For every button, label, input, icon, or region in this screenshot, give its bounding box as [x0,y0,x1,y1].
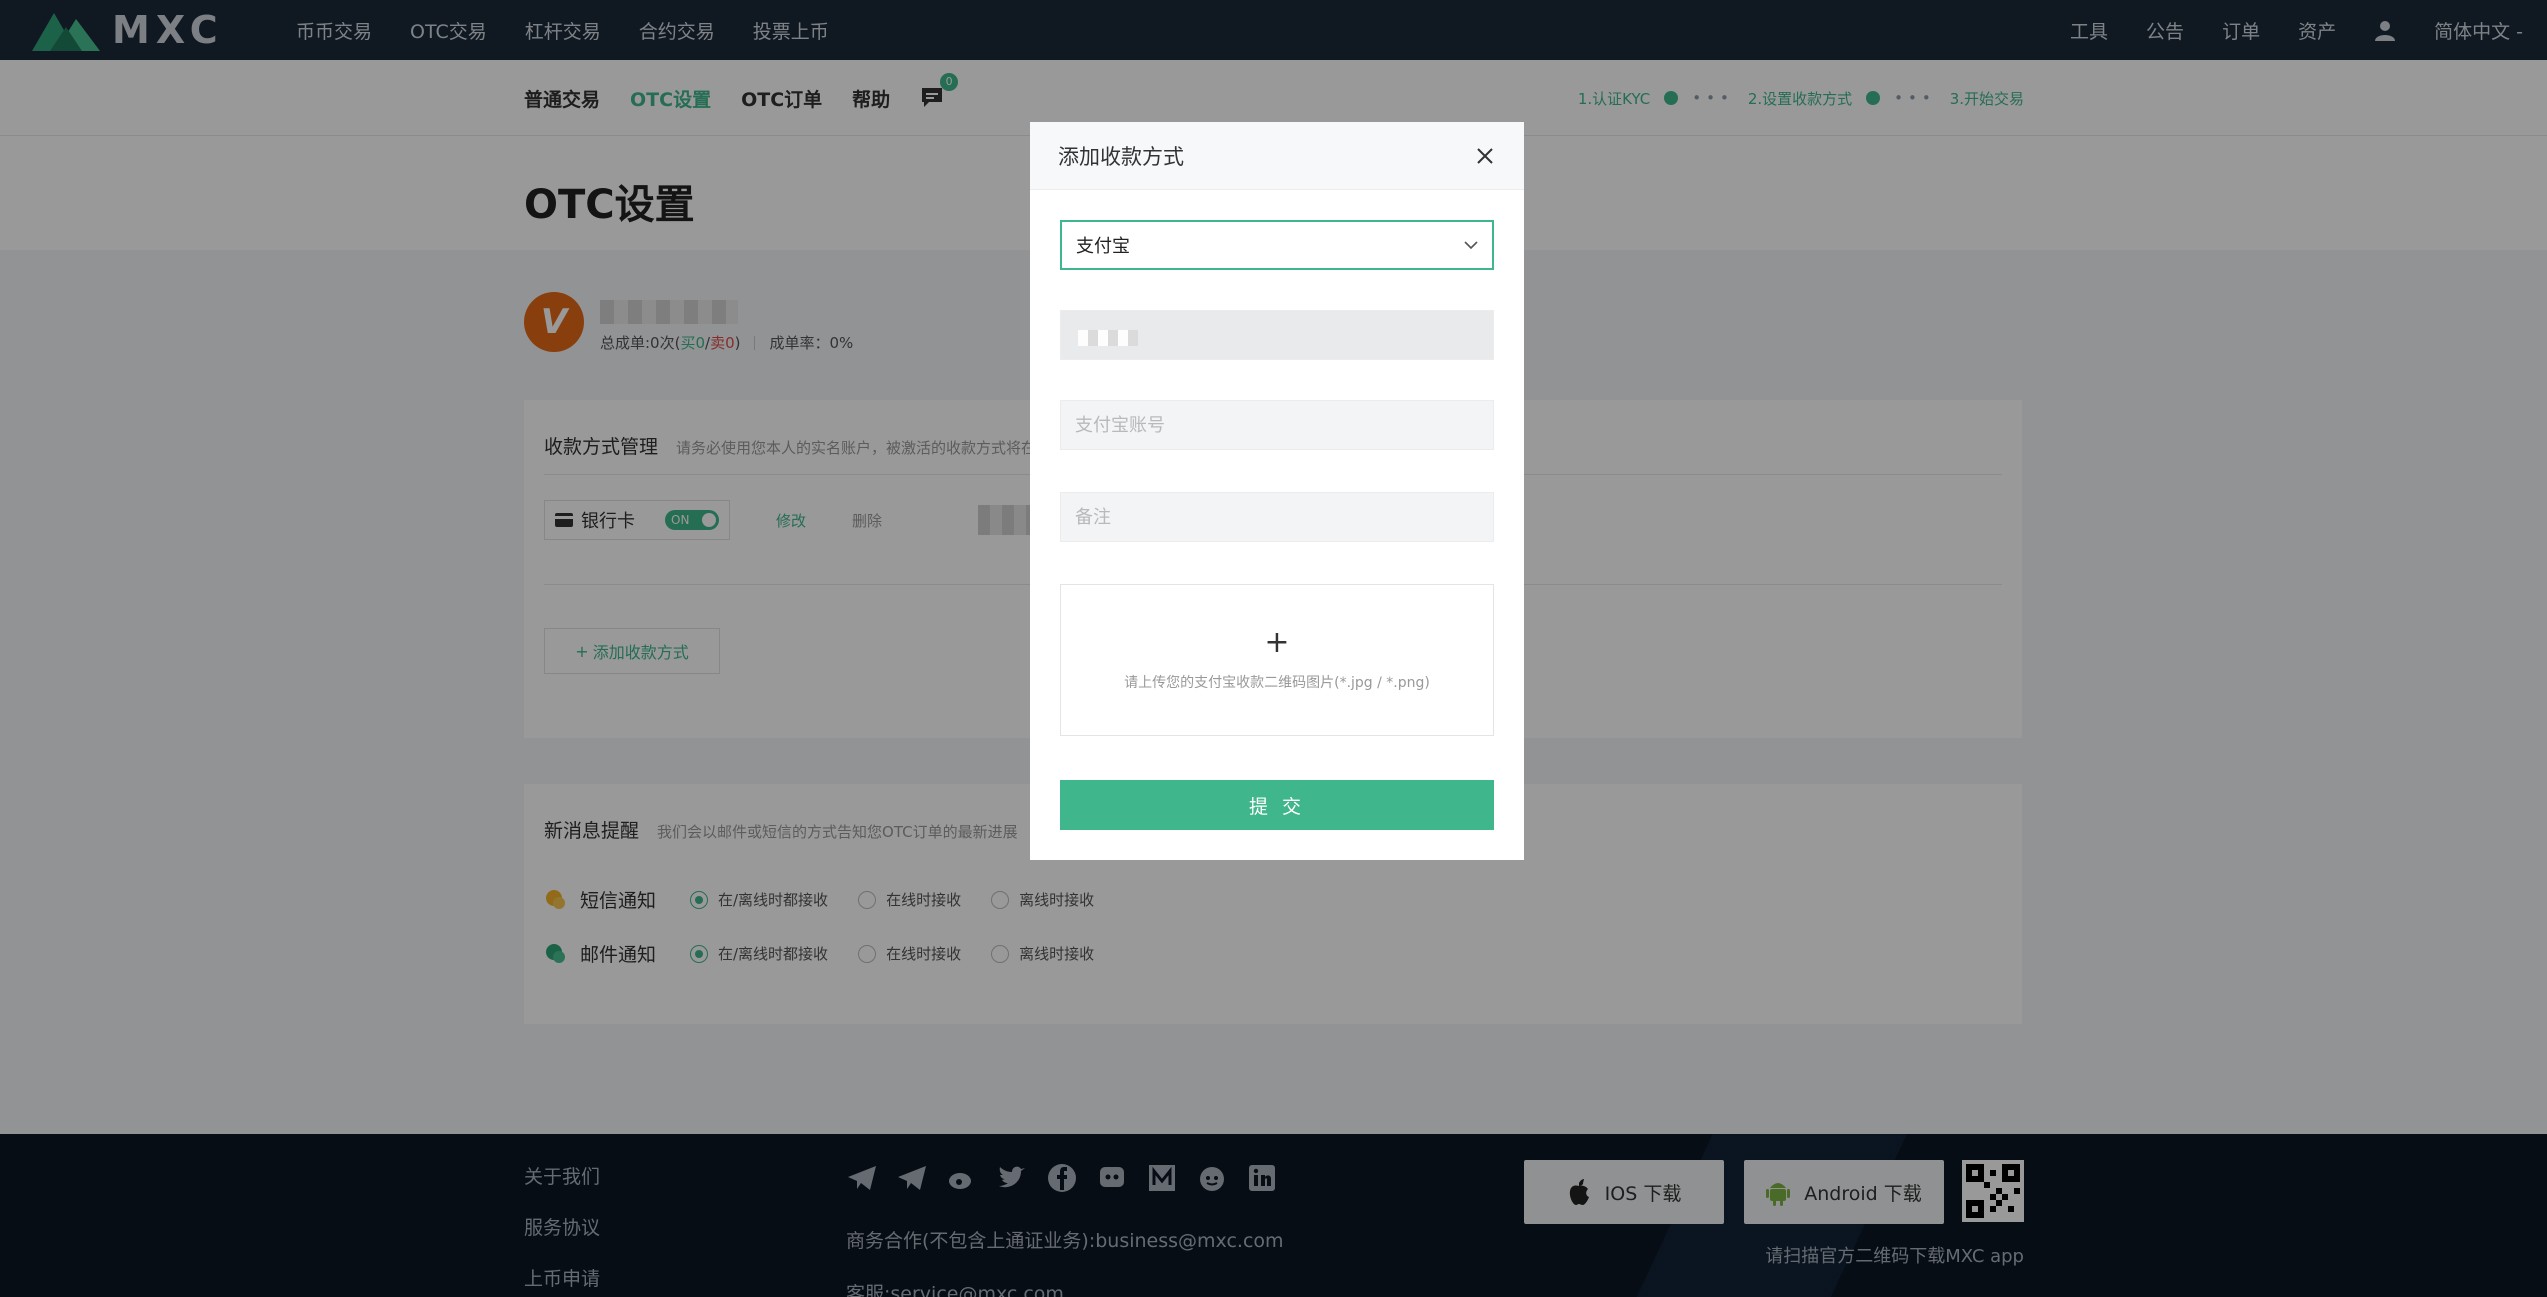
blurred-name-value [1078,330,1138,346]
payment-type-value: 支付宝 [1076,236,1130,257]
modal-title: 添加收款方式 [1058,144,1184,169]
submit-button[interactable]: 提 交 [1060,780,1494,830]
payment-type-select[interactable]: 支付宝 [1060,220,1494,270]
upload-plus-icon: + [1264,625,1290,660]
upload-hint: 请上传您的支付宝收款二维码图片(*.jpg / *.png) [1124,675,1430,691]
chevron-down-icon [1464,241,1478,250]
add-payment-modal: 添加收款方式 支付宝 + 请上传您的支付宝收款二维码图片(*.jpg / *.p… [1030,122,1524,860]
qr-upload-area[interactable]: + 请上传您的支付宝收款二维码图片(*.jpg / *.png) [1060,584,1494,736]
alipay-account-input[interactable] [1060,400,1494,450]
modal-header: 添加收款方式 [1030,122,1524,190]
close-icon[interactable] [1474,145,1496,167]
note-input[interactable] [1060,492,1494,542]
